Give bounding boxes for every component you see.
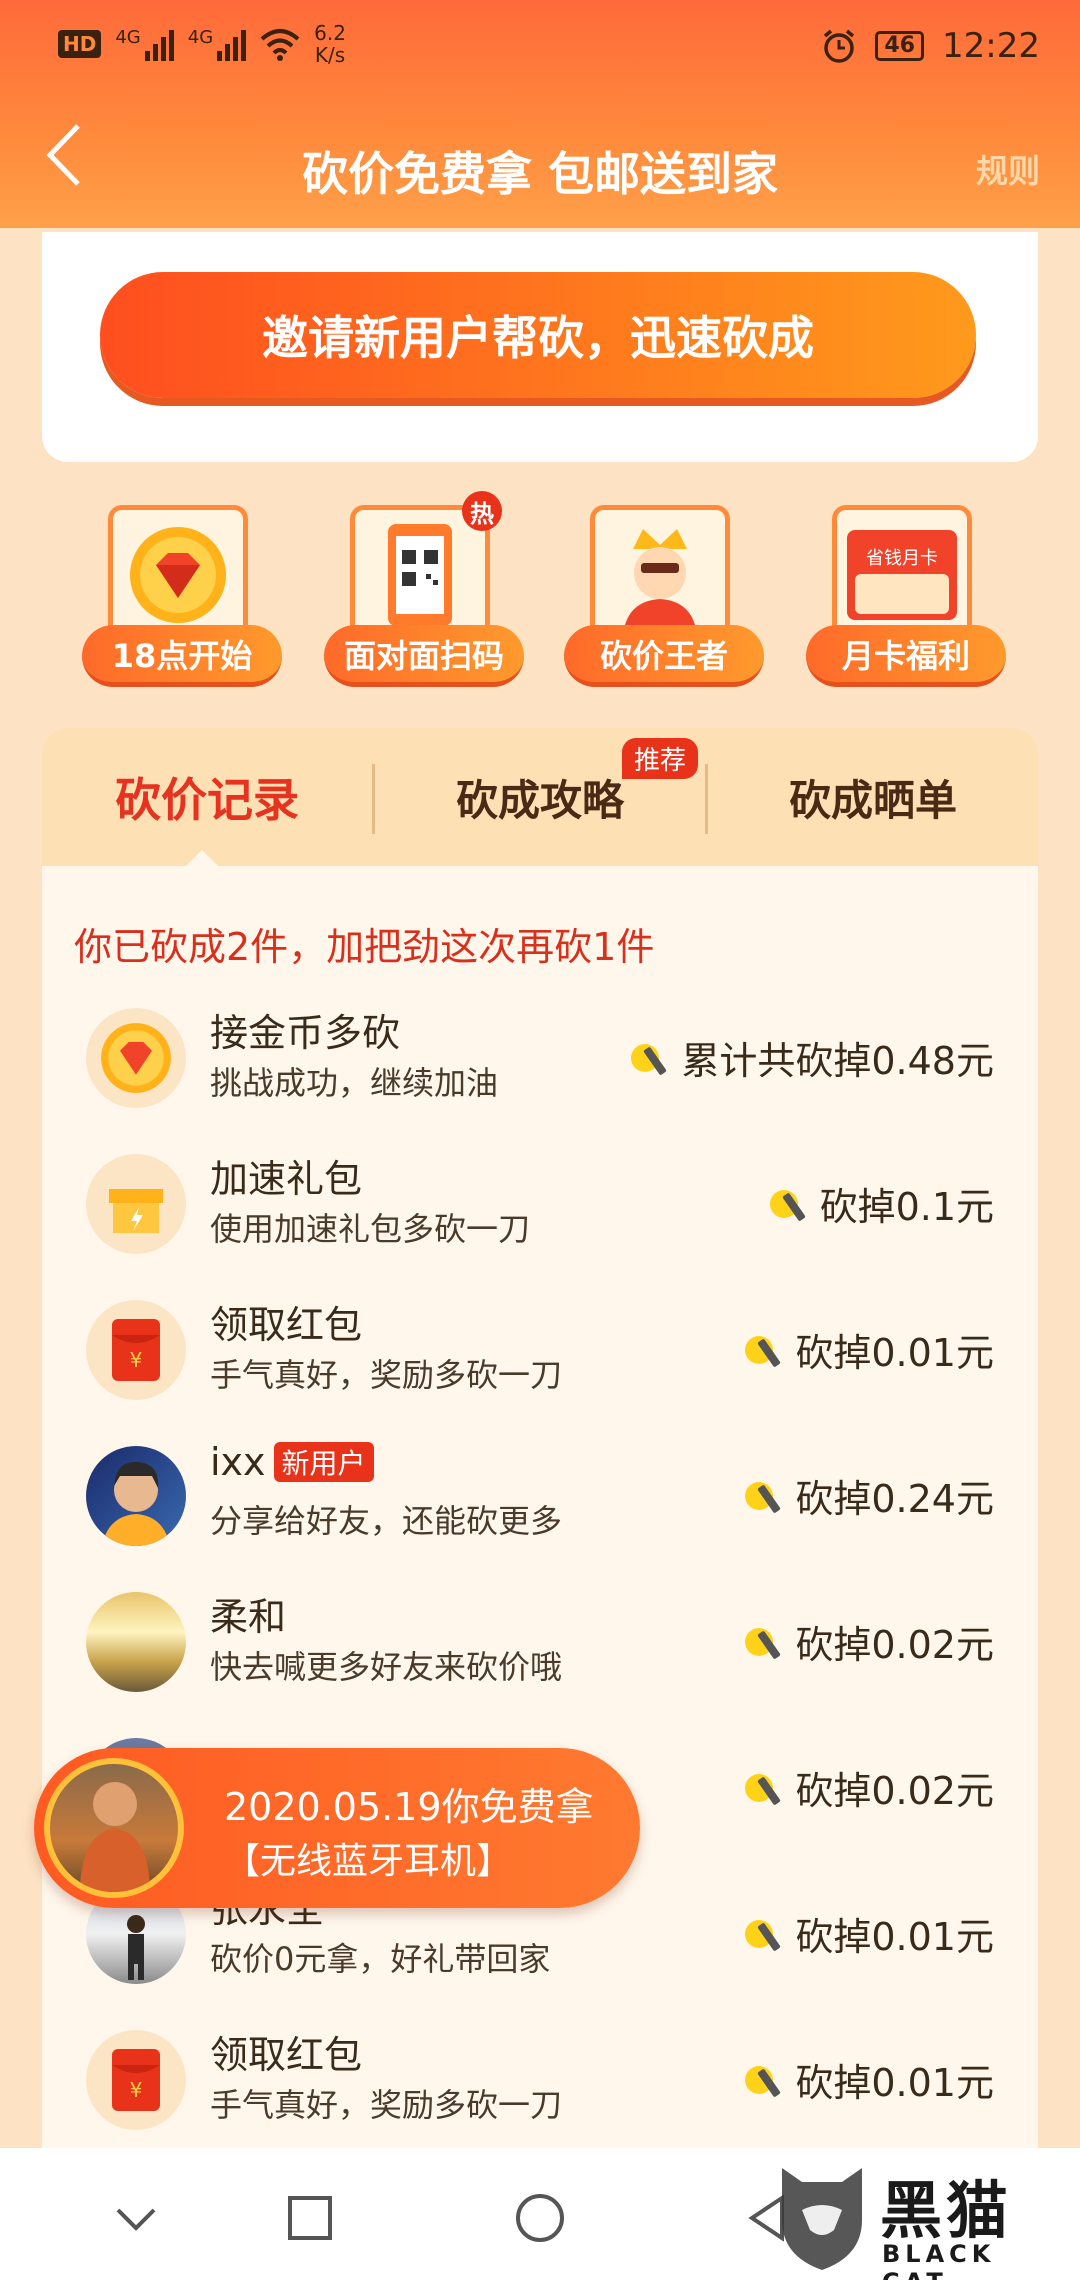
record-row[interactable]: 柔和 快去喊更多好友来砍价哦 砍掉0.02元	[42, 1576, 1038, 1722]
record-name: 柔和	[210, 1595, 287, 1639]
svg-text:¥: ¥	[130, 1348, 143, 1372]
knife-icon	[745, 1481, 781, 1513]
recommend-badge: 推荐	[622, 738, 699, 779]
record-desc: 使用加速礼包多砍一刀	[210, 1210, 531, 1248]
invite-card: 邀请新用户帮砍，迅速砍成	[42, 232, 1038, 462]
status-bar: HD 4G 4G 6.2 K/s 46 12:22	[0, 0, 1080, 90]
record-desc: 手气真好，奖励多砍一刀	[210, 1356, 563, 1394]
record-desc: 手气真好，奖励多砍一刀	[210, 2086, 563, 2124]
popup-avatar	[44, 1758, 184, 1898]
new-user-badge: 新用户	[273, 1442, 374, 1482]
signal-icon-1: 4G	[115, 27, 174, 61]
diamond-coin-icon	[108, 505, 248, 645]
watermark-subtitle: BLACK CAT	[882, 2240, 996, 2280]
records-panel: 砍价记录 砍成攻略 推荐 砍成晒单 你已砍成2件，加把劲这次再砍1件 接金币多砍…	[42, 728, 1038, 2148]
feature-label: 月卡福利	[806, 625, 1006, 687]
wifi-icon	[260, 29, 300, 61]
free-item-popup[interactable]: 2020.05.19你免费拿 【无线蓝牙耳机】	[34, 1748, 640, 1908]
record-row[interactable]: 加速礼包 使用加速礼包多砍一刀 砍掉0.1元	[42, 1138, 1038, 1284]
tab-showcase[interactable]: 砍成晒单	[708, 728, 1038, 866]
gift-box-icon	[86, 1154, 186, 1254]
invite-button[interactable]: 邀请新用户帮砍，迅速砍成	[100, 272, 976, 398]
popup-line2: 【无线蓝牙耳机】	[224, 1841, 513, 1882]
feature-label: 面对面扫码	[324, 625, 524, 687]
battery-icon: 46	[875, 31, 925, 61]
record-amount: 累计共砍掉0.48元	[627, 1030, 994, 1085]
signal-icon-2: 4G	[188, 27, 247, 61]
alarm-icon	[824, 29, 855, 63]
popup-line1: 2020.05.19你免费拿	[224, 1785, 594, 1829]
record-name: 加速礼包	[210, 1157, 363, 1201]
diamond-coin-icon	[86, 1008, 186, 1108]
user-avatar	[86, 1592, 186, 1692]
feature-start-18[interactable]: 18点开始	[82, 505, 282, 687]
record-row[interactable]: ¥ 领取红包 手气真好，奖励多砍一刀 砍掉0.01元	[42, 1284, 1038, 1430]
record-desc: 快去喊更多好友来砍价哦	[210, 1648, 563, 1686]
knife-icon	[745, 1335, 781, 1367]
monthly-card-text: 省钱月卡	[866, 548, 938, 569]
chevron-down-icon[interactable]	[106, 2188, 166, 2248]
cat-shield-logo	[782, 2168, 862, 2270]
knife-icon	[769, 1189, 805, 1221]
monthly-card-icon: 省钱月卡	[832, 505, 972, 645]
feature-label: 砍价王者	[564, 625, 764, 687]
record-row[interactable]: ¥ 领取红包 手气真好，奖励多砍一刀 砍掉0.01元	[42, 2014, 1038, 2148]
clock-time: 12:22	[942, 26, 1040, 66]
record-amount: 砍掉0.1元	[766, 1176, 994, 1231]
watermark-title: 黑猫	[880, 2174, 1013, 2247]
record-name: 领取红包	[210, 2033, 363, 2077]
record-row[interactable]: ixx 新用户 分享给好友，还能砍更多 砍掉0.24元	[42, 1430, 1038, 1576]
knife-icon	[745, 1919, 781, 1951]
record-amount: 砍掉0.24元	[741, 1468, 994, 1523]
home-circle-icon[interactable]	[510, 2188, 570, 2248]
bargain-summary: 你已砍成2件，加把劲这次再砍1件	[74, 925, 655, 969]
record-amount: 砍掉0.01元	[741, 2052, 994, 2107]
tab-bar: 砍价记录 砍成攻略 推荐 砍成晒单	[42, 728, 1038, 868]
svg-text:¥: ¥	[130, 2078, 143, 2102]
record-amount: 砍掉0.02元	[741, 1614, 994, 1669]
record-desc: 砍价0元拿，好礼带回家	[210, 1940, 551, 1978]
knife-icon	[631, 1043, 667, 1075]
knife-icon	[745, 1627, 781, 1659]
king-icon	[590, 505, 730, 645]
feature-face-scan[interactable]: 热 面对面扫码	[324, 491, 524, 687]
knife-icon	[745, 1773, 781, 1805]
record-row[interactable]: 接金币多砍 挑战成功，继续加油 累计共砍掉0.48元	[42, 992, 1038, 1138]
feature-label: 18点开始	[82, 625, 282, 687]
hd-icon: HD	[58, 30, 102, 58]
header-bar: HD 4G 4G 6.2 K/s 46 12:22 砍价免费拿 包邮送到家 规则	[0, 0, 1080, 228]
record-amount: 砍掉0.01元	[741, 1906, 994, 1961]
user-avatar	[86, 1446, 186, 1546]
recent-apps-square-icon[interactable]	[280, 2188, 340, 2248]
feature-bargain-king[interactable]: 砍价王者	[564, 505, 764, 687]
record-name: 接金币多砍	[210, 1011, 401, 1055]
page-title: 砍价免费拿 包邮送到家	[301, 147, 778, 201]
record-desc: 分享给好友，还能砍更多	[210, 1502, 563, 1540]
record-name: 领取红包	[210, 1303, 363, 1347]
black-cat-watermark: 黑猫 BLACK CAT	[772, 2160, 1062, 2280]
red-envelope-icon: ¥	[86, 1300, 186, 1400]
knife-icon	[745, 2065, 781, 2097]
tab-bargain-records[interactable]: 砍价记录	[42, 728, 372, 866]
record-name: ixx 新用户	[210, 1440, 374, 1484]
record-desc: 挑战成功，继续加油	[210, 1064, 499, 1102]
active-tab-caret	[184, 850, 220, 868]
red-envelope-icon: ¥	[86, 2030, 186, 2130]
rules-link[interactable]: 规则	[976, 146, 1040, 192]
network-speed: 6.2 K/s	[314, 21, 346, 67]
nav-bar: 砍价免费拿 包邮送到家 规则	[0, 100, 1080, 220]
feature-monthly-card[interactable]: 省钱月卡 月卡福利	[806, 505, 1006, 687]
record-amount: 砍掉0.02元	[741, 1760, 994, 1815]
record-amount: 砍掉0.01元	[741, 1322, 994, 1377]
hot-badge: 热	[462, 491, 502, 531]
